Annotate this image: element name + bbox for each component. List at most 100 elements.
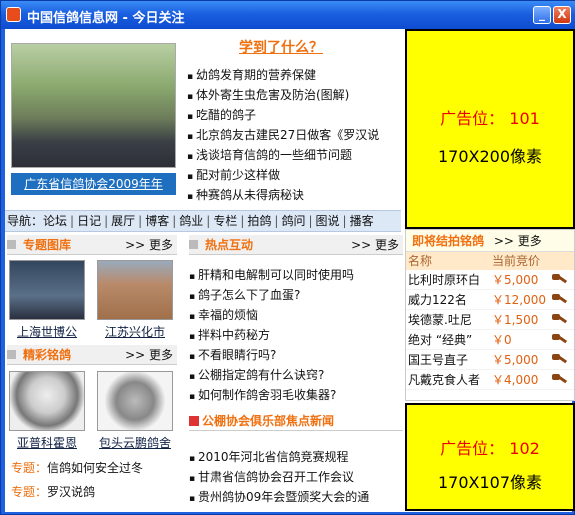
gallery-title[interactable]: 专题图库 bbox=[23, 238, 71, 252]
topic-key: 专题： bbox=[11, 461, 48, 475]
auction-name[interactable]: 威力122名 bbox=[408, 290, 467, 310]
news-item[interactable]: 甘肃省信鸽协会召开工作会议 bbox=[189, 467, 369, 487]
gavel-icon[interactable] bbox=[552, 374, 566, 386]
pigeon-caption[interactable]: 包头云鹏鸽舍 bbox=[90, 434, 180, 451]
nav-item-podcast[interactable]: 播客 bbox=[350, 211, 374, 231]
auction-row[interactable]: 埃德蒙.吐尼 ￥1,500 bbox=[406, 310, 574, 330]
gallery-caption[interactable]: 江苏兴化市 bbox=[90, 323, 180, 340]
hot-item[interactable]: 拌料中药秘方 bbox=[189, 325, 354, 345]
pigeons-bullet-icon bbox=[7, 350, 16, 359]
topic-key: 专题： bbox=[11, 485, 48, 499]
hot-item[interactable]: 不看眼睛行吗? bbox=[189, 345, 354, 365]
nav-item-auction[interactable]: 拍鸽 bbox=[247, 211, 271, 231]
auction-col-price: 当前竞价 bbox=[492, 254, 541, 268]
hot-bullet-icon bbox=[189, 240, 198, 249]
minimize-button[interactable]: _ bbox=[533, 6, 551, 24]
gallery-more-link[interactable]: >> 更多 bbox=[125, 235, 173, 255]
news-item[interactable]: 2010年河北省信鸽竞赛规程 bbox=[189, 447, 369, 467]
gallery-thumb[interactable] bbox=[97, 260, 173, 320]
auction-row[interactable]: 凡戴克食人者 ￥4,000 bbox=[406, 370, 574, 390]
hot-title[interactable]: 热点互动 bbox=[205, 238, 253, 252]
news-title[interactable]: 公棚协会俱乐部焦点新闻 bbox=[202, 414, 334, 428]
photo-caption-link[interactable]: 广东省信鸽协会2009年年 bbox=[11, 173, 176, 195]
auction-row[interactable]: 国王号直子 ￥5,000 bbox=[406, 350, 574, 370]
ad-101-size: 170X200像素 bbox=[437, 147, 543, 166]
learn-item[interactable]: 北京鸽友古建民27日做客《罗汉说 bbox=[187, 125, 379, 145]
hot-header: 热点互动 >> 更多 bbox=[189, 235, 403, 255]
pigeon-caption[interactable]: 亚普科霍恩 bbox=[2, 434, 92, 451]
news-item[interactable]: 贵州鸽协09年会暨颁奖大会的通 bbox=[189, 487, 369, 507]
title-bar[interactable]: 中国信鸽信息网 - 今日关注 _ X bbox=[1, 1, 575, 29]
nav-bar: 导航：论坛 | 日记 | 展厅 | 博客 | 鸽业 | 专栏 | 拍鸽 | 鸽问 | 图说 | 播客 bbox=[5, 210, 401, 232]
auction-columns: 名称 当前竞价 bbox=[406, 252, 574, 270]
auction-panel: 即将结拍铭鸽 >> 更多 名称 当前竞价 比利时原环白 ￥5,000 威力122名… bbox=[405, 229, 575, 401]
gallery-bullet-icon bbox=[7, 240, 16, 249]
auction-row[interactable]: 绝对 “经典” ￥0 bbox=[406, 330, 574, 350]
learn-item[interactable]: 配对前少这样做 bbox=[187, 165, 379, 185]
topic-text[interactable]: 信鸽如何安全过冬 bbox=[47, 461, 143, 475]
learn-item[interactable]: 浅谈培育信鸽的一些细节问题 bbox=[187, 145, 379, 165]
auction-name[interactable]: 埃德蒙.吐尼 bbox=[408, 310, 472, 330]
learn-title-link[interactable]: 学到了什么？ bbox=[239, 37, 323, 57]
topic-item[interactable]: 专题：信鸽如何安全过冬 bbox=[11, 459, 143, 476]
hot-item[interactable]: 如何制作鸽舍羽毛收集器? bbox=[189, 385, 354, 405]
auction-title[interactable]: 即将结拍铭鸽 bbox=[412, 234, 484, 248]
ad-slot-102[interactable]: 广告位： 102 170X107像素 bbox=[405, 403, 575, 511]
nav-item-qa[interactable]: 鸽问 bbox=[281, 211, 305, 231]
gallery-caption[interactable]: 上海世博公 bbox=[2, 323, 92, 340]
nav-item-gallery[interactable]: 展厅 bbox=[111, 211, 135, 231]
gavel-icon[interactable] bbox=[552, 354, 566, 366]
close-button[interactable]: X bbox=[553, 6, 571, 24]
nav-item-column[interactable]: 专栏 bbox=[213, 211, 237, 231]
nav-item-diary[interactable]: 日记 bbox=[77, 211, 101, 231]
learn-item[interactable]: 吃醋的鸽子 bbox=[187, 105, 379, 125]
auction-price: ￥0 bbox=[492, 333, 512, 347]
gallery-thumb[interactable] bbox=[9, 260, 85, 320]
gavel-icon[interactable] bbox=[552, 274, 566, 286]
news-bullet-icon bbox=[189, 416, 199, 426]
nav-item-forum[interactable]: 论坛 bbox=[43, 211, 67, 231]
pigeon-thumb[interactable] bbox=[97, 371, 173, 431]
nav-item-industry[interactable]: 鸽业 bbox=[179, 211, 203, 231]
nav-item-pictures[interactable]: 图说 bbox=[316, 211, 340, 231]
hot-item[interactable]: 鸽子怎么下了血蛋? bbox=[189, 285, 354, 305]
gavel-icon[interactable] bbox=[552, 294, 566, 306]
hot-list: 肝精和电解制可以同时使用吗 鸽子怎么下了血蛋? 幸福的烦恼 拌料中药秘方 不看眼… bbox=[189, 265, 354, 405]
auction-price: ￥1,500 bbox=[492, 313, 539, 327]
app-icon bbox=[6, 7, 21, 22]
gavel-icon[interactable] bbox=[552, 314, 566, 326]
topic-text[interactable]: 罗汉说鸽 bbox=[47, 485, 95, 499]
ad-102-label: 广告位： 102 bbox=[440, 439, 540, 458]
hot-item[interactable]: 肝精和电解制可以同时使用吗 bbox=[189, 265, 354, 285]
content-area: 广东省信鸽协会2009年年 学到了什么？ 幼鸽发育期的营养保健 体外寄生虫危害及… bbox=[2, 29, 575, 512]
gavel-icon[interactable] bbox=[552, 334, 566, 346]
auction-more-link[interactable]: >> 更多 bbox=[494, 234, 542, 248]
hot-item[interactable]: 幸福的烦恼 bbox=[189, 305, 354, 325]
group-photo[interactable] bbox=[11, 43, 176, 168]
topic-item[interactable]: 专题：罗汉说鸽 bbox=[11, 483, 95, 500]
hot-item[interactable]: 公棚指定鸽有什么诀窍? bbox=[189, 365, 354, 385]
gallery-header: 专题图库 >> 更多 bbox=[7, 235, 177, 255]
learn-item[interactable]: 种赛鸽从未得病秘诀 bbox=[187, 185, 379, 205]
nav-item-blog[interactable]: 博客 bbox=[145, 211, 169, 231]
pigeons-title[interactable]: 精彩铭鸽 bbox=[23, 348, 71, 362]
learn-item[interactable]: 幼鸽发育期的营养保健 bbox=[187, 65, 379, 85]
auction-name[interactable]: 凡戴克食人者 bbox=[408, 370, 480, 390]
auction-price: ￥5,000 bbox=[492, 273, 539, 287]
learn-item[interactable]: 体外寄生虫危害及防治(图解) bbox=[187, 85, 379, 105]
auction-name[interactable]: 绝对 “经典” bbox=[408, 330, 472, 350]
ad-slot-101[interactable]: 广告位： 101 170X200像素 bbox=[405, 29, 575, 229]
auction-name[interactable]: 国王号直子 bbox=[408, 350, 468, 370]
nav-label: 导航： bbox=[7, 214, 44, 228]
auction-col-name: 名称 bbox=[408, 254, 433, 268]
pigeons-header: 精彩铭鸽 >> 更多 bbox=[7, 345, 177, 365]
window-title: 中国信鸽信息网 - 今日关注 bbox=[27, 11, 185, 26]
auction-name[interactable]: 比利时原环白 bbox=[408, 270, 480, 290]
pigeons-more-link[interactable]: >> 更多 bbox=[125, 345, 173, 365]
auction-price: ￥4,000 bbox=[492, 373, 539, 387]
hot-more-link[interactable]: >> 更多 bbox=[351, 235, 399, 255]
auction-row[interactable]: 比利时原环白 ￥5,000 bbox=[406, 270, 574, 290]
ad-102-size: 170X107像素 bbox=[437, 473, 543, 492]
auction-row[interactable]: 威力122名 ￥12,000 bbox=[406, 290, 574, 310]
pigeon-thumb[interactable] bbox=[9, 371, 85, 431]
